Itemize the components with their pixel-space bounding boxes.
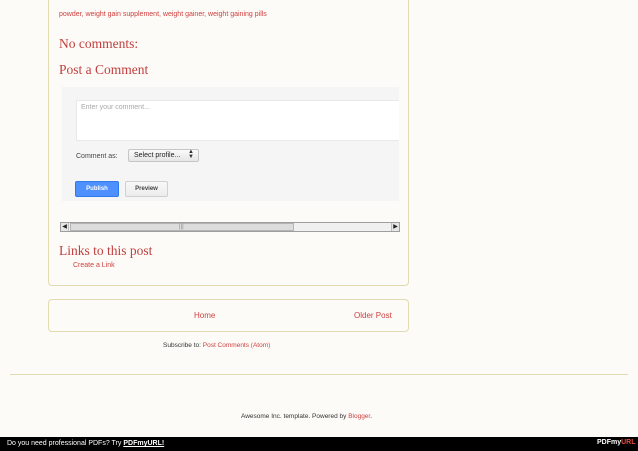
footer-suffix: .: [370, 413, 373, 420]
footer-divider: [10, 374, 628, 375]
comment-placeholder: Enter your comment...: [81, 104, 150, 111]
comment-as-label: Comment as:: [76, 153, 118, 160]
profile-select[interactable]: Select profile... ▲ ▼: [128, 149, 199, 162]
links-heading: Links to this post: [59, 243, 153, 258]
select-arrows-icon: ▲ ▼: [188, 149, 194, 160]
preview-button[interactable]: Preview: [125, 181, 168, 197]
publish-button[interactable]: Publish: [75, 181, 119, 197]
horizontal-scrollbar[interactable]: ◀ ||| ▶: [60, 222, 400, 232]
create-link[interactable]: Create a Link: [73, 262, 115, 269]
scrollbar-thumb[interactable]: |||: [70, 223, 294, 231]
pdf-banner-text: Do you need professional PDFs? Try PDFmy…: [7, 440, 164, 447]
comments-heading: No comments:: [59, 36, 139, 51]
pdfmyurl-logo-suffix: URL: [621, 439, 636, 446]
pdfmyurl-logo-prefix: PDFmy: [597, 439, 622, 446]
older-post-link[interactable]: Older Post: [354, 311, 392, 320]
pdf-banner-message: Do you need professional PDFs? Try: [7, 440, 124, 447]
pdfmyurl-link[interactable]: PDFmyURL!: [123, 440, 164, 447]
scroll-left-icon[interactable]: ◀: [61, 223, 69, 231]
post-labels[interactable]: powder, weight gain supplement, weight g…: [59, 11, 267, 18]
blogger-link[interactable]: Blogger: [348, 413, 370, 420]
subscribe-line: Subscribe to: Post Comments (Atom): [163, 342, 270, 349]
footer-text: Awesome Inc. template. Powered by: [241, 413, 349, 420]
scrollbar-grip: |||: [179, 224, 184, 230]
footer-attribution: Awesome Inc. template. Powered by Blogge…: [241, 413, 372, 420]
post-comments-atom-link[interactable]: Post Comments (Atom): [203, 342, 271, 349]
profile-select-value: Select profile...: [134, 152, 181, 159]
home-link[interactable]: Home: [194, 311, 215, 320]
pdfmyurl-logo[interactable]: PDFmyURL: [597, 439, 636, 446]
post-comment-heading: Post a Comment: [59, 62, 149, 77]
subscribe-prefix: Subscribe to:: [163, 342, 203, 349]
scroll-right-icon[interactable]: ▶: [391, 223, 399, 231]
